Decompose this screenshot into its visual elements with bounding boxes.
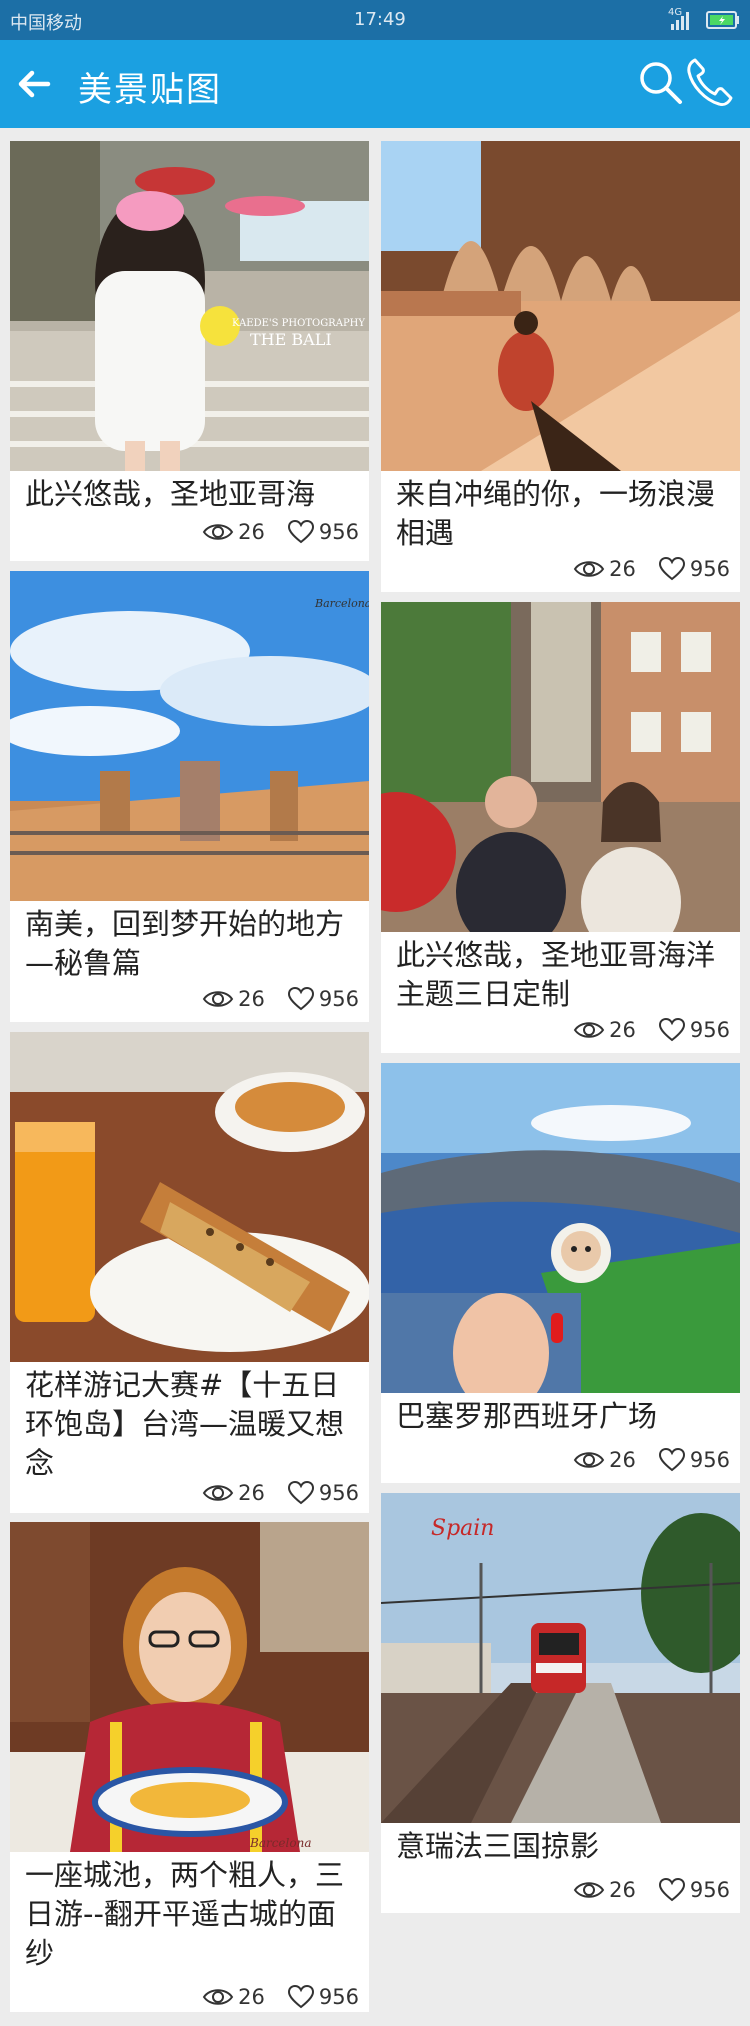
heart-icon[interactable] xyxy=(658,1878,686,1902)
heart-icon[interactable] xyxy=(287,1481,315,1505)
page-title: 美景贴图 xyxy=(78,70,222,110)
carrier-label: 中国移动 xyxy=(10,13,82,34)
photo-watermark: KAEDE'S PHOTOGRAPHY xyxy=(232,318,365,329)
signal-icon xyxy=(671,12,689,30)
heart-icon[interactable] xyxy=(287,1985,315,2009)
post-caption: 一座城池，两个粗人，三日游--翻开平遥古城的面纱 xyxy=(25,1858,345,1970)
view-count: 26 xyxy=(238,987,265,1011)
like-count: 956 xyxy=(318,520,359,544)
post-caption: 巴塞罗那西班牙广场 xyxy=(396,1399,658,1433)
post-stats: 26 956 xyxy=(573,1015,730,1045)
like-count: 956 xyxy=(689,1448,730,1472)
photo-watermark: Spain xyxy=(431,1516,494,1541)
post-card[interactable]: KAEDE'S PHOTOGRAPHY THE BALI 此兴悠哉，圣地亚哥海 … xyxy=(10,141,369,561)
eye-icon xyxy=(573,561,605,577)
post-card[interactable]: 巴塞罗那西班牙广场 26 956 xyxy=(381,1063,740,1483)
eye-icon xyxy=(202,524,234,540)
post-photo[interactable]: KAEDE'S PHOTOGRAPHY THE BALI xyxy=(10,141,369,471)
post-card[interactable]: 此兴悠哉，圣地亚哥海洋主题三日定制 26 956 xyxy=(381,602,740,1053)
heart-icon[interactable] xyxy=(287,520,315,544)
arrow-left-icon[interactable] xyxy=(12,62,56,106)
post-card[interactable]: Spain 意瑞法三国掠影 26 956 xyxy=(381,1493,740,1913)
heart-icon[interactable] xyxy=(287,987,315,1011)
status-bar: 中国移动 17:49 4G xyxy=(0,0,750,40)
photo-watermark: Barcelona xyxy=(249,1836,311,1850)
phone-icon[interactable] xyxy=(683,54,735,110)
like-count: 956 xyxy=(689,1018,730,1042)
like-count: 956 xyxy=(689,1878,730,1902)
like-count: 956 xyxy=(689,557,730,581)
post-caption: 南美，回到梦开始的地方—秘鲁篇 xyxy=(25,907,345,980)
post-stats: 26 956 xyxy=(573,1875,730,1905)
like-count: 956 xyxy=(318,987,359,1011)
post-card[interactable]: Barcelona 一座城池，两个粗人，三日游--翻开平遥古城的面纱 26 95… xyxy=(10,1522,369,2012)
photo-watermark: THE BALI xyxy=(250,330,332,349)
post-stats: 26 956 xyxy=(573,554,730,584)
post-caption: 此兴悠哉，圣地亚哥海 xyxy=(25,477,316,511)
like-count: 956 xyxy=(318,1481,359,1505)
like-count: 956 xyxy=(318,1985,359,2009)
post-stats: 26 956 xyxy=(202,1478,359,1508)
eye-icon xyxy=(573,1882,605,1898)
view-count: 26 xyxy=(609,1448,636,1472)
post-card[interactable]: 花样游记大赛#【十五日环饱岛】台湾—温暖又想念 26 956 xyxy=(10,1032,369,1513)
search-icon[interactable] xyxy=(636,58,686,108)
post-photo[interactable] xyxy=(381,1063,740,1393)
clock: 17:49 xyxy=(354,9,406,30)
post-photo[interactable] xyxy=(381,602,740,932)
view-count: 26 xyxy=(238,1985,265,2009)
post-caption: 花样游记大赛#【十五日环饱岛】台湾—温暖又想念 xyxy=(25,1368,345,1480)
eye-icon xyxy=(202,1989,234,2005)
view-count: 26 xyxy=(609,557,636,581)
post-photo[interactable] xyxy=(10,1032,369,1362)
view-count: 26 xyxy=(238,1481,265,1505)
post-card[interactable]: Barcelona 南美，回到梦开始的地方—秘鲁篇 26 956 xyxy=(10,571,369,1022)
eye-icon xyxy=(573,1022,605,1038)
post-photo[interactable]: Spain xyxy=(381,1493,740,1823)
post-photo[interactable] xyxy=(381,141,740,471)
view-count: 26 xyxy=(238,520,265,544)
app-bar: 美景贴图 xyxy=(0,40,750,128)
post-caption: 此兴悠哉，圣地亚哥海洋主题三日定制 xyxy=(396,938,716,1011)
post-caption: 意瑞法三国掠影 xyxy=(396,1829,600,1863)
heart-icon[interactable] xyxy=(658,1018,686,1042)
eye-icon xyxy=(573,1452,605,1468)
post-photo[interactable]: Barcelona xyxy=(10,571,369,901)
photo-watermark: Barcelona xyxy=(314,597,369,610)
post-photo[interactable]: Barcelona xyxy=(10,1522,369,1852)
post-caption: 来自冲绳的你，一场浪漫相遇 xyxy=(396,477,716,550)
view-count: 26 xyxy=(609,1878,636,1902)
view-count: 26 xyxy=(609,1018,636,1042)
post-card[interactable]: 来自冲绳的你，一场浪漫相遇 26 956 xyxy=(381,141,740,592)
battery-icon xyxy=(706,11,739,29)
heart-icon[interactable] xyxy=(658,1448,686,1472)
post-stats: 26 956 xyxy=(202,517,359,547)
eye-icon xyxy=(202,991,234,1007)
heart-icon[interactable] xyxy=(658,557,686,581)
post-stats: 26 956 xyxy=(573,1445,730,1475)
post-stats: 26 956 xyxy=(202,984,359,1014)
eye-icon xyxy=(202,1485,234,1501)
post-stats: 26 956 xyxy=(202,1982,359,2012)
